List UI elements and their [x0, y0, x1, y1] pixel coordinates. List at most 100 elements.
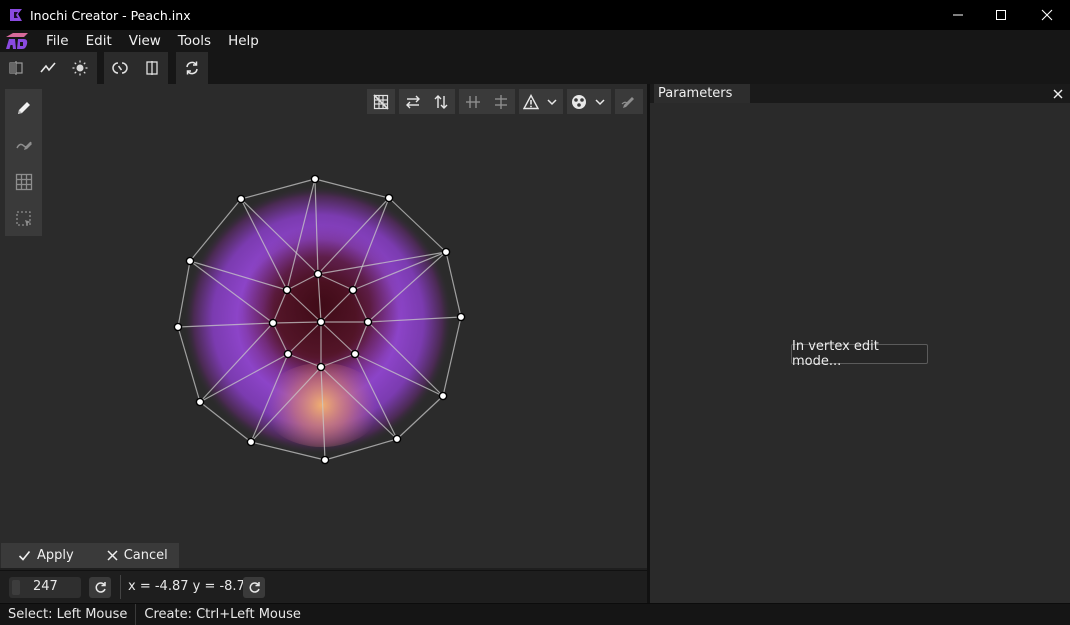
align-vertical-icon [495, 94, 507, 109]
mesh-canvas[interactable] [0, 84, 647, 568]
path-deform-icon [15, 141, 32, 150]
close-button[interactable] [1024, 0, 1070, 30]
apply-button[interactable]: Apply [18, 543, 74, 568]
status-select-hint: Select: Left Mouse [8, 606, 128, 622]
grid-tool-button[interactable] [5, 163, 42, 200]
toolbar-group-link [104, 52, 168, 84]
refresh-icon [186, 61, 198, 75]
mesh-vertex[interactable] [350, 349, 360, 359]
align-vertical-button[interactable] [487, 89, 515, 114]
window-title: Inochi Creator - Peach.inx [30, 7, 191, 23]
mesh-vertex[interactable] [438, 391, 448, 401]
zoom-slider-handle[interactable] [12, 580, 20, 595]
reset-zoom-button[interactable] [89, 577, 111, 598]
separator [120, 575, 121, 599]
menu-help[interactable]: Help [228, 33, 259, 49]
flip-vertical-icon [434, 94, 448, 109]
paint-button[interactable] [615, 89, 643, 114]
minimize-button[interactable] [935, 0, 981, 30]
viewport-canvas[interactable] [0, 84, 647, 568]
pencil-tool-button[interactable] [5, 89, 42, 126]
graph-button[interactable] [32, 52, 64, 84]
mesh-vertex[interactable] [441, 247, 451, 257]
close-panel-button[interactable] [1050, 84, 1066, 103]
cancel-label: Cancel [123, 548, 168, 563]
mesh-vertex[interactable] [283, 349, 293, 359]
flip-horizontal-button[interactable] [399, 89, 427, 114]
menu-tools[interactable]: Tools [178, 33, 211, 49]
title-bar: Inochi Creator - Peach.inx [0, 0, 1070, 30]
warning-icon [523, 93, 539, 109]
align-horizontal-button[interactable] [459, 89, 487, 114]
toolbar-group-view [0, 52, 97, 84]
refresh-icon [95, 582, 106, 593]
mirror-button[interactable] [136, 52, 168, 84]
mesh-vertex[interactable] [316, 317, 326, 327]
tab-parameters[interactable]: Parameters [654, 84, 750, 103]
refresh-icon [249, 582, 260, 593]
zoom-field[interactable]: 247 [9, 577, 81, 598]
link-button[interactable] [104, 52, 136, 84]
tool-palette [5, 89, 42, 236]
close-icon [1053, 89, 1063, 98]
mesh-vertex[interactable] [392, 434, 402, 444]
apply-label: Apply [37, 548, 74, 563]
flip-horizontal-icon [406, 95, 420, 108]
mesh-vertex[interactable] [195, 397, 205, 407]
mirror-icon [146, 61, 158, 75]
status-bar: Select: Left Mouse Create: Ctrl+Left Mou… [0, 603, 1070, 625]
viewport-bottom-bar: 247 x = -4.87 y = -8.77 [0, 570, 647, 602]
cursor-coordinates: x = -4.87 y = -8.77 [128, 579, 254, 594]
maximize-button[interactable] [978, 0, 1024, 30]
mesh-vertex[interactable] [246, 437, 256, 447]
mesh-vertex[interactable] [384, 193, 394, 203]
toggle-grid-button[interactable] [367, 89, 395, 114]
status-create-hint: Create: Ctrl+Left Mouse [144, 606, 301, 622]
mesh-vertex[interactable] [236, 194, 246, 204]
mesh-vertex[interactable] [316, 362, 326, 372]
mesh-vertex[interactable] [185, 256, 195, 266]
maximize-icon [996, 10, 1006, 20]
mesh-vertex[interactable] [282, 285, 292, 295]
mesh-vertex[interactable] [363, 317, 373, 327]
warning-dropdown[interactable] [519, 89, 563, 114]
flip-vertical-button[interactable] [427, 89, 455, 114]
mesh-vertex[interactable] [313, 269, 323, 279]
reset-position-button[interactable] [243, 577, 265, 598]
cancel-button[interactable]: Cancel [107, 543, 168, 568]
mesh-vertex[interactable] [268, 318, 278, 328]
mesh-vertex[interactable] [173, 322, 183, 332]
no-grid-icon [373, 93, 389, 110]
select-tool-button[interactable] [5, 200, 42, 237]
mesh-vertex[interactable] [456, 312, 466, 322]
pencil-icon [17, 101, 30, 114]
paint-icon [621, 96, 634, 108]
path-deform-tool-button[interactable] [5, 126, 42, 163]
chevron-down-icon [595, 98, 605, 105]
toolbar-group-refresh [176, 52, 208, 84]
menu-view[interactable]: View [129, 33, 161, 49]
parameters-panel: In vertex edit mode... [650, 103, 1070, 603]
close-icon [107, 550, 118, 561]
mirror-view-icon [9, 61, 23, 75]
refresh-button[interactable] [176, 52, 208, 84]
check-icon [18, 550, 31, 561]
edit-actions-bar: Apply Cancel [1, 543, 179, 568]
grid-icon [15, 173, 32, 190]
mesh-vertex[interactable] [310, 174, 320, 184]
brightness-button[interactable] [64, 52, 96, 84]
onion-skin-dropdown[interactable] [567, 89, 611, 114]
mesh-vertex[interactable] [348, 285, 358, 295]
close-icon [1041, 9, 1053, 21]
brightness-icon [72, 60, 88, 76]
link-icon [112, 62, 128, 74]
app-menu-logo-icon[interactable] [4, 31, 30, 51]
menu-edit[interactable]: Edit [86, 33, 112, 49]
minimize-icon [953, 14, 963, 16]
menu-file[interactable]: File [46, 33, 69, 49]
mesh-vertex[interactable] [320, 455, 330, 465]
vertex-edit-mode-message: In vertex edit mode... [791, 339, 928, 369]
graph-icon [40, 62, 56, 73]
align-horizontal-icon [466, 95, 480, 108]
mirror-view-button[interactable] [0, 52, 32, 84]
